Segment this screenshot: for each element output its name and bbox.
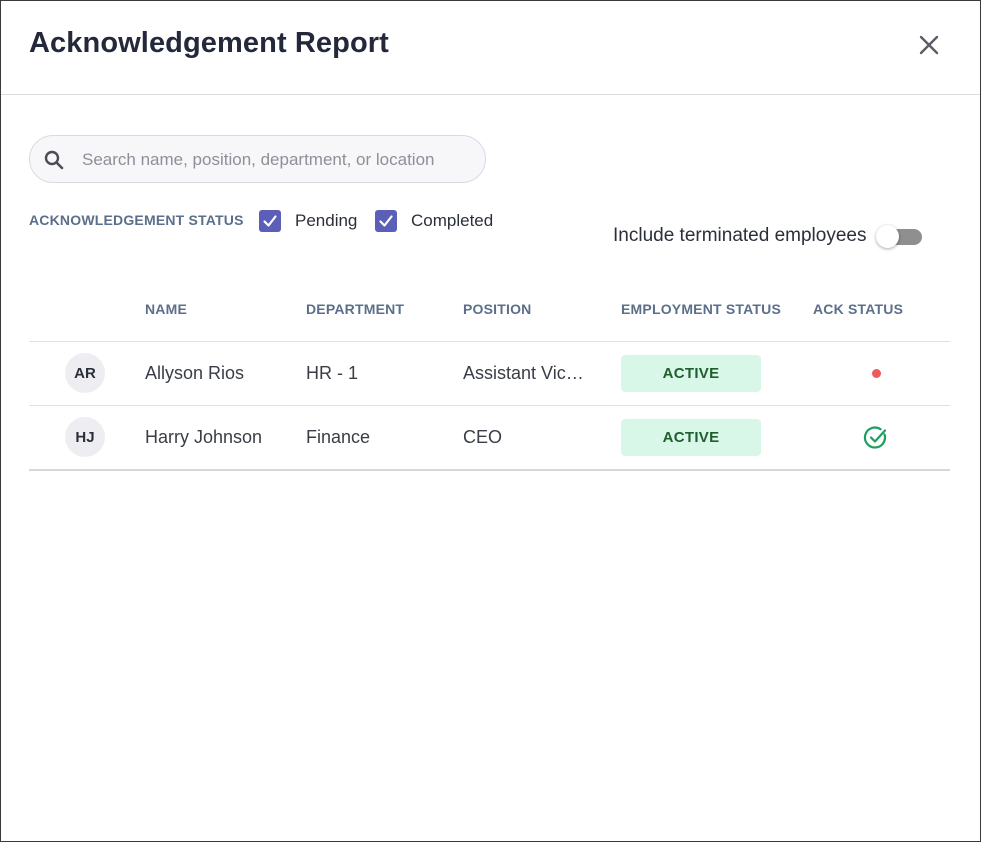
employee-position: CEO (463, 427, 503, 447)
acknowledgement-report-dialog: Acknowledgement Report ACKNOWLEDGEMENT S… (0, 0, 981, 842)
search-input[interactable] (80, 136, 474, 184)
avatar: HJ (65, 417, 105, 457)
checkbox-checked-icon[interactable] (375, 210, 397, 232)
employee-name: Harry Johnson (145, 427, 263, 447)
close-icon (919, 35, 939, 55)
include-terminated-setting: Include terminated employees (613, 225, 924, 248)
red-dot-icon (872, 369, 881, 378)
close-button[interactable] (915, 31, 943, 59)
check-circle-icon (863, 426, 887, 449)
employee-department: Finance (306, 427, 371, 447)
column-header-name[interactable]: NAME (145, 301, 187, 317)
avatar: AR (65, 353, 105, 393)
search-icon (44, 150, 64, 170)
acknowledgement-table: NAME DEPARTMENT POSITION EMPLOYMENT STAT… (29, 281, 950, 471)
dialog-title: Acknowledgement Report (29, 27, 389, 59)
pending-checkbox-label: Pending (295, 211, 358, 230)
column-header-ack-status[interactable]: ACK STATUS (813, 301, 903, 317)
ack-status-filter-label: ACKNOWLEDGEMENT STATUS (29, 212, 244, 228)
employment-status-badge: ACTIVE (621, 355, 761, 392)
completed-checkbox-label: Completed (411, 211, 494, 230)
employee-position: Assistant Vice… (463, 363, 593, 383)
column-header-employment-status[interactable]: EMPLOYMENT STATUS (621, 301, 781, 317)
employment-status-badge: ACTIVE (621, 419, 761, 456)
completed-checkbox[interactable]: Completed (375, 210, 493, 232)
employee-department: HR - 1 (306, 363, 359, 383)
include-terminated-toggle[interactable] (876, 225, 924, 248)
dialog-header: Acknowledgement Report (1, 1, 980, 95)
table-row[interactable]: HJ Harry Johnson Finance CEO ACTIVE (29, 406, 950, 471)
pending-checkbox[interactable]: Pending (259, 210, 357, 232)
include-terminated-label: Include terminated employees (613, 225, 867, 246)
column-header-position[interactable]: POSITION (463, 301, 532, 317)
table-row[interactable]: AR Allyson Rios HR - 1 Assistant Vice… A… (29, 342, 950, 406)
search-box[interactable] (29, 135, 486, 184)
employee-name: Allyson Rios (145, 363, 245, 383)
table-header: NAME DEPARTMENT POSITION EMPLOYMENT STAT… (29, 281, 950, 342)
column-header-department[interactable]: DEPARTMENT (306, 301, 404, 317)
checkbox-checked-icon[interactable] (259, 210, 281, 232)
